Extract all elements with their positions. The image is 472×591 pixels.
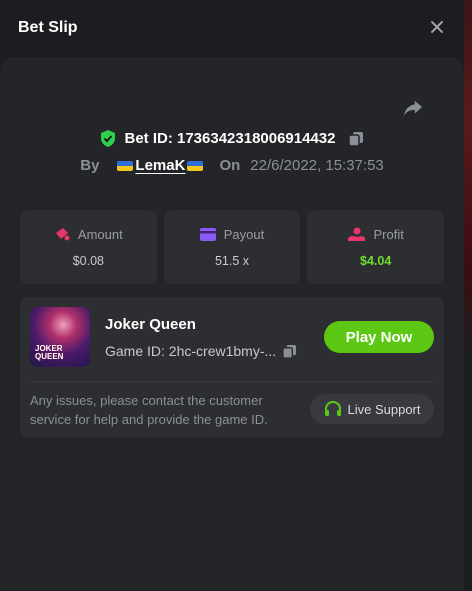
bet-date: 22/6/2022, 15:37:53 bbox=[250, 157, 384, 174]
stat-value: $0.08 bbox=[72, 253, 104, 268]
by-label: By bbox=[80, 157, 100, 174]
bet-slip-modal: Bet Slip Bet ID: 1736342318006914432 By … bbox=[0, 0, 464, 591]
headset-icon bbox=[324, 400, 341, 416]
live-support-button[interactable]: Live Support bbox=[310, 394, 434, 424]
modal-title: Bet Slip bbox=[18, 19, 78, 36]
stat-profit: Profit $4.04 bbox=[307, 210, 445, 284]
share-icon[interactable] bbox=[402, 98, 424, 118]
game-id-row: Game ID: 2hc-crew1bmy-... bbox=[105, 343, 297, 359]
flag-ukraine-icon bbox=[187, 160, 204, 171]
live-support-label: Live Support bbox=[347, 401, 421, 417]
copy-icon[interactable] bbox=[347, 131, 364, 147]
stat-value: $4.04 bbox=[360, 253, 392, 268]
game-thumbnail[interactable]: JOKER QUEEN bbox=[30, 307, 90, 367]
close-icon[interactable] bbox=[428, 19, 446, 37]
username-link[interactable]: LemaK bbox=[117, 157, 204, 174]
support-notice: Any issues, please contact the customer … bbox=[30, 393, 268, 427]
amount-icon bbox=[55, 228, 70, 241]
thumbnail-logo: JOKER QUEEN bbox=[35, 344, 64, 361]
shield-check-icon bbox=[101, 130, 116, 147]
profit-hand-icon bbox=[347, 227, 365, 241]
game-id: Game ID: 2hc-crew1bmy-... bbox=[105, 343, 277, 359]
modal-header: Bet Slip bbox=[0, 0, 464, 56]
bet-stats: Amount $0.08 Payout 51.5 x Profit $4.04 bbox=[20, 210, 445, 284]
stat-amount: Amount $0.08 bbox=[20, 210, 157, 284]
bet-details-panel: Bet ID: 1736342318006914432 By LemaK On … bbox=[0, 57, 464, 591]
copy-icon[interactable] bbox=[282, 344, 297, 359]
payout-card-icon bbox=[199, 227, 216, 241]
game-name: Joker Queen bbox=[105, 316, 196, 333]
background-strip bbox=[464, 0, 472, 591]
stat-label: Amount bbox=[77, 226, 123, 242]
divider bbox=[30, 381, 434, 382]
on-label: On bbox=[219, 157, 241, 174]
play-now-button[interactable]: Play Now bbox=[324, 321, 434, 353]
stat-payout: Payout 51.5 x bbox=[163, 210, 301, 284]
flag-ukraine-icon bbox=[117, 160, 134, 171]
bet-owner-row: By LemaK On 22/6/2022, 15:37:53 bbox=[0, 157, 464, 174]
stat-label: Profit bbox=[373, 226, 404, 242]
bet-id-row: Bet ID: 1736342318006914432 bbox=[0, 130, 464, 147]
game-card: JOKER QUEEN Joker Queen Game ID: 2hc-cre… bbox=[20, 297, 444, 437]
stat-value: 51.5 x bbox=[214, 253, 250, 268]
username: LemaK bbox=[135, 157, 186, 174]
bet-id: Bet ID: 1736342318006914432 bbox=[124, 130, 336, 147]
stat-label: Payout bbox=[223, 226, 265, 242]
